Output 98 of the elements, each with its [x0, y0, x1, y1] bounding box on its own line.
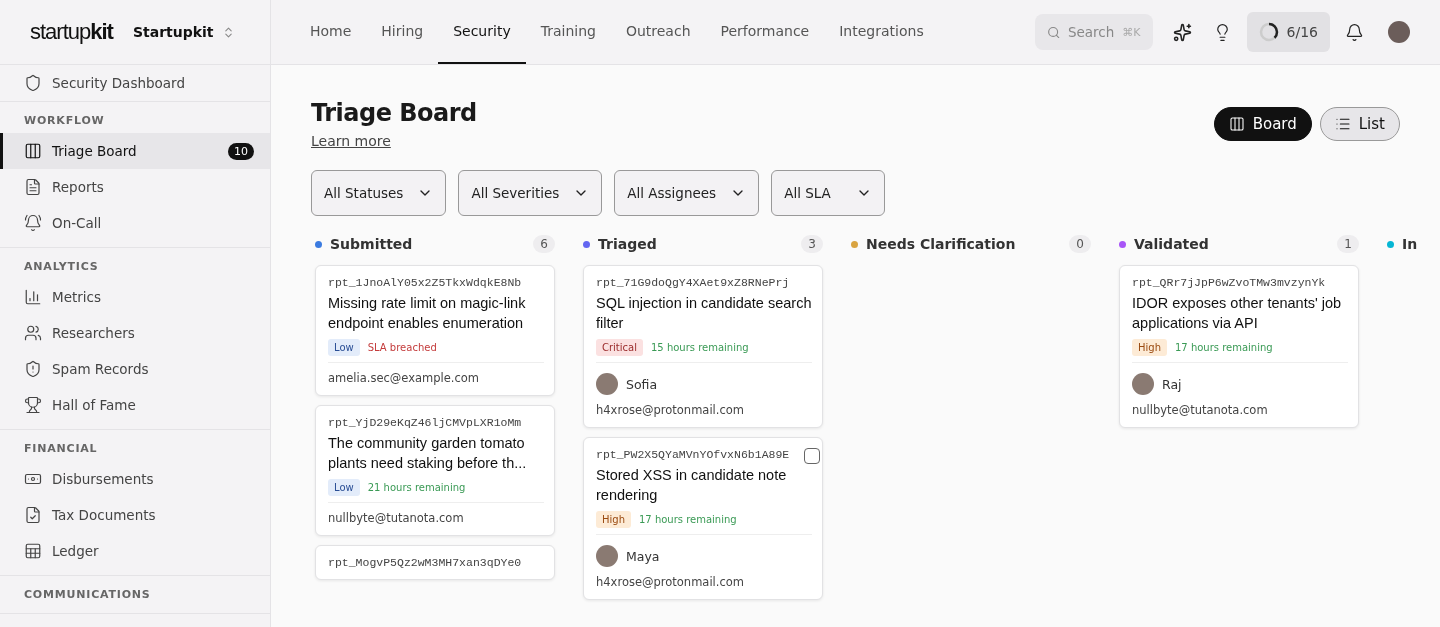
severity-tag: Critical	[596, 339, 643, 356]
sidebar-item[interactable]: Researchers	[0, 315, 270, 351]
column-title: Validated	[1134, 236, 1209, 252]
report-card[interactable]: rpt_MogvP5Qz2wM3MH7xan3qDYe0	[315, 545, 555, 580]
nav-tab[interactable]: Integrations	[824, 0, 939, 64]
report-id: rpt_QRr7jJpP6wZvoTMw3mvzynYk	[1132, 276, 1327, 289]
avatar[interactable]	[1388, 21, 1410, 43]
reporter-email: amelia.sec@example.com	[328, 371, 481, 385]
logo: startupkit	[30, 19, 113, 45]
nav-tab[interactable]: Outreach	[610, 0, 706, 64]
sidebar-item[interactable]: Security Dashboard	[0, 65, 270, 101]
report-id: rpt_YjD29eKqZ46ljCMVpLXR1oMm	[328, 416, 523, 429]
sidebar-item[interactable]: Ledger	[0, 533, 270, 569]
nav-tab[interactable]: Security	[438, 0, 526, 64]
page-title: Triage Board	[311, 99, 477, 127]
sidebar-item[interactable]: Reports	[0, 169, 270, 205]
report-title: The community garden tomato plants need staking before th...	[328, 434, 528, 473]
report-title: SQL injection in candidate search filter	[596, 294, 812, 333]
sidebar-item[interactable]: Spam Records	[0, 351, 270, 387]
sla-status: 17 hours remaining	[639, 514, 737, 525]
search-icon	[1046, 24, 1060, 40]
report-title: Stored XSS in candidate note rendering	[596, 466, 788, 505]
sidebar-item[interactable]: Disbursements	[0, 461, 270, 497]
report-title: IDOR exposes other tenants' job applications via API	[1132, 294, 1343, 333]
sidebar-item[interactable]: Hall of Fame	[0, 387, 270, 423]
section-heading: ANALYTICS	[23, 260, 100, 275]
report-card[interactable]: rpt_YjD29eKqZ46ljCMVpLXR1oMm The community garden tomato plants need staking before th... Low 21 hours remaining nullbyte@tutanota.com	[315, 405, 555, 536]
count-badge: 3	[801, 235, 823, 253]
report-id: rpt_71G9doQgY4XAet9xZ8RNePrj	[596, 276, 791, 289]
sidebar-item[interactable]: Metrics	[0, 279, 270, 315]
document-icon	[24, 178, 42, 196]
assignee-name: Sofia	[626, 376, 658, 392]
sidebar-item[interactable]: On-Call	[0, 205, 270, 241]
report-card[interactable]: rpt_QRr7jJpP6wZvoTMw3mvzynYk IDOR exposes other tenants' job applications via API High 17 hours remaining Raj nullbyte@tutanota.com	[1119, 265, 1359, 428]
workspace-switcher[interactable]: Startupkit	[132, 24, 235, 40]
view-toggle[interactable]: List	[1319, 107, 1400, 141]
assignee-name: Raj	[1162, 376, 1182, 392]
sla-status: 17 hours remaining	[1175, 342, 1273, 353]
count-badge: 1	[1337, 235, 1359, 253]
column-title: Triaged	[598, 236, 657, 252]
bell-icon	[24, 214, 42, 232]
nav-tab[interactable]: Performance	[705, 0, 825, 64]
count-badge: 10	[228, 142, 254, 160]
progress-ring-icon	[1258, 22, 1279, 42]
avatar	[596, 545, 618, 567]
report-card[interactable]: rpt_1JnoAlY05x2Z5TkxWdqkE8Nb Missing rate limit on magic-link endpoint enables enumeration Low SLA breached amelia.sec@example.com	[315, 265, 555, 396]
report-id: rpt_1JnoAlY05x2Z5TkxWdqkE8Nb	[328, 276, 523, 289]
table-icon	[24, 542, 42, 560]
sla-status: 15 hours remaining	[651, 342, 749, 353]
section-heading: COMMUNICATIONS	[23, 588, 152, 603]
column-title: Submitted	[330, 236, 413, 252]
reporter-email: nullbyte@tutanota.com	[328, 511, 465, 525]
view-toggle[interactable]: Board	[1213, 107, 1312, 141]
avatar	[596, 373, 618, 395]
columns-icon	[1228, 116, 1245, 132]
sla-status: 21 hours remaining	[367, 482, 466, 493]
severity-tag: Low	[328, 479, 360, 496]
list-icon	[1334, 116, 1351, 132]
people-icon	[24, 324, 42, 342]
report-card[interactable]: rpt_PW2X5QYaMVnYOfvxN6b1A89E Stored XSS in candidate note rendering High 17 hours remaining Maya h4xrose@protonmail.com	[583, 437, 823, 600]
count-badge: 6	[533, 235, 555, 253]
filter-dropdown[interactable]: All Statuses	[311, 170, 447, 216]
report-id: rpt_PW2X5QYaMVnYOfvxN6b1A89E	[596, 448, 791, 461]
reporter-email: h4xrose@protonmail.com	[596, 575, 745, 589]
reporter-email: nullbyte@tutanota.com	[1132, 403, 1269, 417]
filter-dropdown[interactable]: All SLA	[771, 170, 886, 216]
nav-tab[interactable]: Hiring	[366, 0, 439, 64]
trophy-icon	[24, 396, 42, 414]
sidebar-item[interactable]: Triage Board 10	[0, 133, 270, 169]
sla-status: SLA breached	[367, 342, 437, 353]
chart-icon	[24, 288, 42, 306]
column-title: Needs Clarification	[866, 236, 1016, 252]
severity-tag: Low	[328, 339, 360, 356]
section-heading: WORKFLOW	[23, 114, 106, 129]
report-id: rpt_MogvP5Qz2wM3MH7xan3qDYe0	[328, 556, 523, 569]
report-title: Missing rate limit on magic-link endpoint enables enumeration	[328, 294, 527, 333]
assignee-name: Maya	[626, 548, 660, 564]
shield-icon	[24, 74, 42, 92]
sidebar-item[interactable]: Tax Documents	[0, 497, 270, 533]
filter-dropdown[interactable]: All Assignees	[614, 170, 760, 216]
count-badge: 0	[1069, 235, 1091, 253]
learn-more-link[interactable]: Learn more	[311, 133, 391, 149]
checkbox[interactable]	[804, 448, 820, 464]
shortcut-hint: ⌘K	[1122, 25, 1141, 39]
shield-alert-icon	[24, 360, 42, 378]
nav-tab[interactable]: Training	[525, 0, 611, 64]
reporter-email: h4xrose@protonmail.com	[596, 403, 745, 417]
columns-icon	[24, 142, 42, 160]
column-title: In	[1402, 236, 1418, 252]
avatar	[1132, 373, 1154, 395]
severity-tag: High	[1132, 339, 1167, 356]
report-card[interactable]: rpt_71G9doQgY4XAet9xZ8RNePrj SQL injection in candidate search filter Critical 15 hours remaining Sofia h4xrose@protonmail.com	[583, 265, 823, 428]
nav-tab[interactable]: Home	[295, 0, 367, 64]
progress-button[interactable]: 6/16	[1246, 12, 1330, 52]
severity-tag: High	[596, 511, 631, 528]
filter-dropdown[interactable]: All Severities	[458, 170, 603, 216]
section-heading: FINANCIAL	[23, 442, 99, 457]
document-check-icon	[24, 506, 42, 524]
